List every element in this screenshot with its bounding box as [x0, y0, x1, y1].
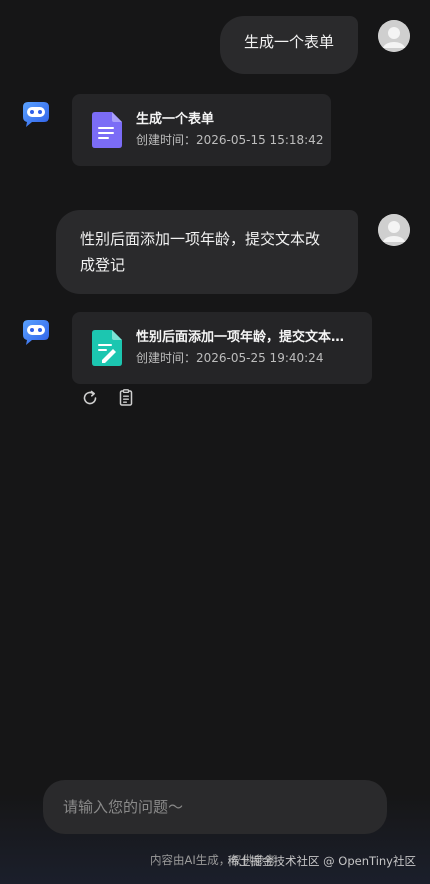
card-text: 生成一个表单 创建时间：2026-05-15 15:18:42: [136, 111, 323, 149]
regenerate-button[interactable]: [80, 388, 100, 408]
bot-avatar: [20, 98, 52, 130]
robot-icon: [23, 102, 49, 127]
card-created-time: 创建时间：2026-05-15 15:18:42: [136, 133, 324, 147]
card-title: 性别后面添加一项年龄，提交文本改成登记: [136, 330, 350, 345]
user-avatar: [378, 20, 410, 52]
card-created-time: 创建时间：2026-05-25 19:40:24: [136, 351, 324, 365]
user-avatar-icon: [378, 214, 410, 246]
generated-form-card[interactable]: 性别后面添加一项年龄，提交文本改成登记 创建时间：2026-05-25 19:4…: [72, 312, 372, 384]
bot-message: 生成一个表单 创建时间：2026-05-15 15:18:42: [20, 94, 331, 166]
chat-screen: 生成一个表单 生成一个表单 创建时间：2026-05-15 15:18:42 性…: [0, 0, 430, 884]
card-title: 生成一个表单: [136, 112, 215, 127]
question-input[interactable]: [63, 798, 367, 816]
copy-icon: [119, 389, 133, 406]
watermark: 稀土掘金技术社区 @ OpenTiny社区: [227, 854, 417, 868]
form-edit-icon: [92, 330, 122, 366]
bot-message: 性别后面添加一项年龄，提交文本改成登记 创建时间：2026-05-25 19:4…: [20, 312, 372, 384]
question-input-container[interactable]: [43, 780, 387, 834]
regenerate-icon: [83, 390, 97, 405]
bot-avatar: [20, 316, 52, 348]
generated-form-card[interactable]: 生成一个表单 创建时间：2026-05-15 15:18:42: [72, 94, 331, 166]
user-message-bubble: 生成一个表单: [219, 16, 358, 74]
user-avatar: [378, 214, 410, 246]
user-avatar-icon: [378, 20, 410, 52]
document-icon: [92, 112, 122, 148]
user-message-bubble: 性别后面添加一项年龄，提交文本改成登记: [56, 210, 358, 294]
card-text: 性别后面添加一项年龄，提交文本改成登记 创建时间：2026-05-25 19:4…: [136, 329, 350, 367]
user-message: 性别后面添加一项年龄，提交文本改成登记: [56, 210, 410, 294]
message-actions: [80, 388, 136, 408]
user-message: 生成一个表单: [219, 16, 410, 74]
robot-icon: [23, 320, 49, 345]
copy-button[interactable]: [116, 388, 136, 408]
